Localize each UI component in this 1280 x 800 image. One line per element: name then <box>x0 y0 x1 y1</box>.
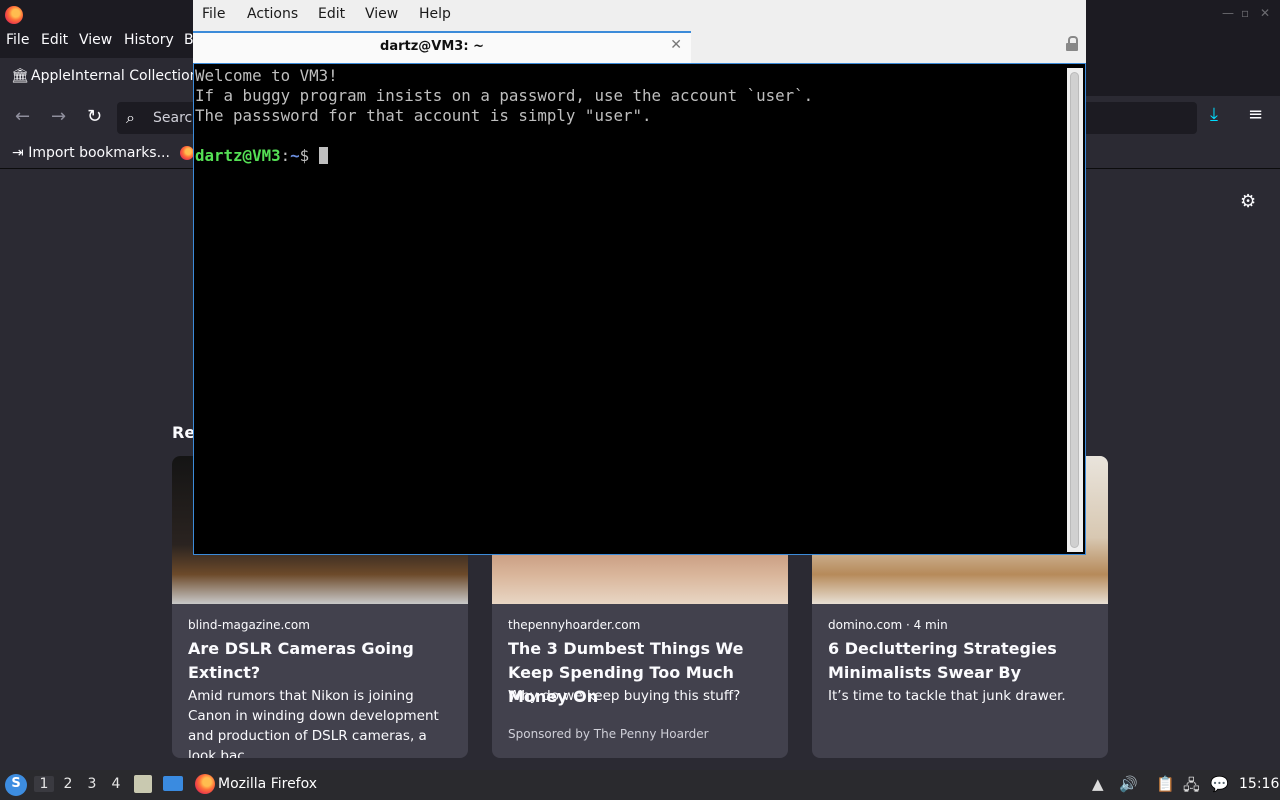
prompt-symbol: $ <box>299 146 319 165</box>
terminal-line: If a buggy program insists on a password… <box>195 86 814 105</box>
terminal-menu-actions[interactable]: Actions <box>247 6 298 22</box>
app-menu-icon[interactable]: ≡ <box>1248 104 1263 125</box>
terminal-tab-title: dartz@VM3: ~ <box>380 39 484 54</box>
taskbar: S 1 2 3 4 Mozilla Firefox ▲ 🔊 📋 🖧 💬 15:1… <box>0 770 1280 800</box>
clock[interactable]: 15:16 <box>1239 776 1279 792</box>
scrollbar-thumb[interactable] <box>1070 72 1079 548</box>
maximize-icon[interactable]: ▫ <box>1241 6 1249 20</box>
start-menu-icon[interactable]: S <box>5 774 27 796</box>
close-icon[interactable]: ✕ <box>1260 6 1270 20</box>
terminal-menu-edit[interactable]: Edit <box>318 6 345 22</box>
sponsored-label: Sponsored by The Penny Hoarder <box>508 727 709 741</box>
workspace-3[interactable]: 3 <box>82 776 102 792</box>
menu-view[interactable]: View <box>79 32 112 48</box>
search-icon: ⌕ <box>126 108 135 127</box>
terminal-line: The passsword for that account is simply… <box>195 106 652 125</box>
terminal-text: Welcome to VM3! If a buggy program insis… <box>195 66 813 166</box>
close-tab-icon[interactable]: ✕ <box>670 37 682 53</box>
firefox-icon[interactable] <box>195 774 215 794</box>
terminal-menu-help[interactable]: Help <box>419 6 451 22</box>
workspace-4[interactable]: 4 <box>106 776 126 792</box>
volume-icon[interactable]: 🔊 <box>1119 775 1138 793</box>
import-bookmarks-label: Import bookmarks... <box>28 145 170 161</box>
tab-title: AppleInternal Collection <box>31 68 199 84</box>
gear-icon[interactable]: ⚙ <box>1240 191 1256 212</box>
minimize-icon[interactable]: — <box>1222 6 1234 20</box>
menu-edit[interactable]: Edit <box>41 32 68 48</box>
terminal-menu-file[interactable]: File <box>202 6 225 22</box>
lock-icon[interactable] <box>1066 36 1078 51</box>
clipboard-icon[interactable]: 📋 <box>1156 775 1175 793</box>
story-excerpt: Amid rumors that Nikon is joining Canon … <box>188 688 439 758</box>
firefox-icon <box>5 6 23 24</box>
import-icon: ⇥ <box>12 145 24 161</box>
terminal-tabbar: dartz@VM3: ~ ✕ <box>193 29 1086 63</box>
story-excerpt: It’s time to tackle that junk drawer. <box>828 688 1066 704</box>
terminal-output[interactable]: Welcome to VM3! If a buggy program insis… <box>193 63 1086 555</box>
browser-tab[interactable]: 🏛 AppleInternal Collection <box>0 58 200 96</box>
story-source: blind-magazine.com <box>188 618 310 632</box>
story-excerpt: Why do we keep buying this stuff? <box>508 688 741 704</box>
reload-icon[interactable]: ↻ <box>87 106 102 127</box>
terminal-window[interactable]: File Actions Edit View Help dartz@VM3: ~… <box>193 0 1086 555</box>
prompt-separator: : <box>280 146 291 165</box>
file-manager-icon[interactable] <box>134 775 152 793</box>
collection-icon: 🏛 <box>11 68 29 84</box>
menu-history[interactable]: History <box>124 32 174 48</box>
task-firefox-label[interactable]: Mozilla Firefox <box>218 776 317 792</box>
story-title: Are DSLR Cameras Going Extinct? <box>188 639 414 682</box>
terminal-menu-view[interactable]: View <box>365 6 398 22</box>
show-desktop-icon[interactable] <box>163 776 183 791</box>
import-bookmarks-button[interactable]: ⇥ Import bookmarks... <box>12 145 170 161</box>
notification-icon[interactable]: 💬 <box>1210 775 1229 793</box>
terminal-tab[interactable]: dartz@VM3: ~ ✕ <box>193 31 691 63</box>
terminal-menubar: File Actions Edit View Help <box>193 0 1086 29</box>
text-cursor <box>318 147 328 164</box>
workspace-1[interactable]: 1 <box>34 776 54 792</box>
firefox-bookmark-icon[interactable] <box>180 146 194 160</box>
download-icon[interactable]: ⤓ <box>1210 104 1218 125</box>
network-icon[interactable]: 🖧 <box>1183 775 1200 800</box>
workspace-2[interactable]: 2 <box>58 776 78 792</box>
story-title: 6 Decluttering Strategies Minimalists Sw… <box>828 639 1057 682</box>
prompt-user: dartz@VM3 <box>195 146 281 165</box>
story-source: thepennyhoarder.com <box>508 618 641 632</box>
section-heading: Re <box>172 423 196 442</box>
back-icon[interactable]: ← <box>15 106 30 127</box>
tray-up-icon[interactable]: ▲ <box>1092 775 1104 793</box>
forward-icon[interactable]: → <box>51 106 66 127</box>
terminal-line: Welcome to VM3! <box>195 66 338 85</box>
menu-file[interactable]: File <box>6 32 29 48</box>
prompt-path: ~ <box>290 146 300 165</box>
terminal-scrollbar[interactable] <box>1067 68 1083 552</box>
story-source: domino.com · 4 min <box>828 618 948 632</box>
